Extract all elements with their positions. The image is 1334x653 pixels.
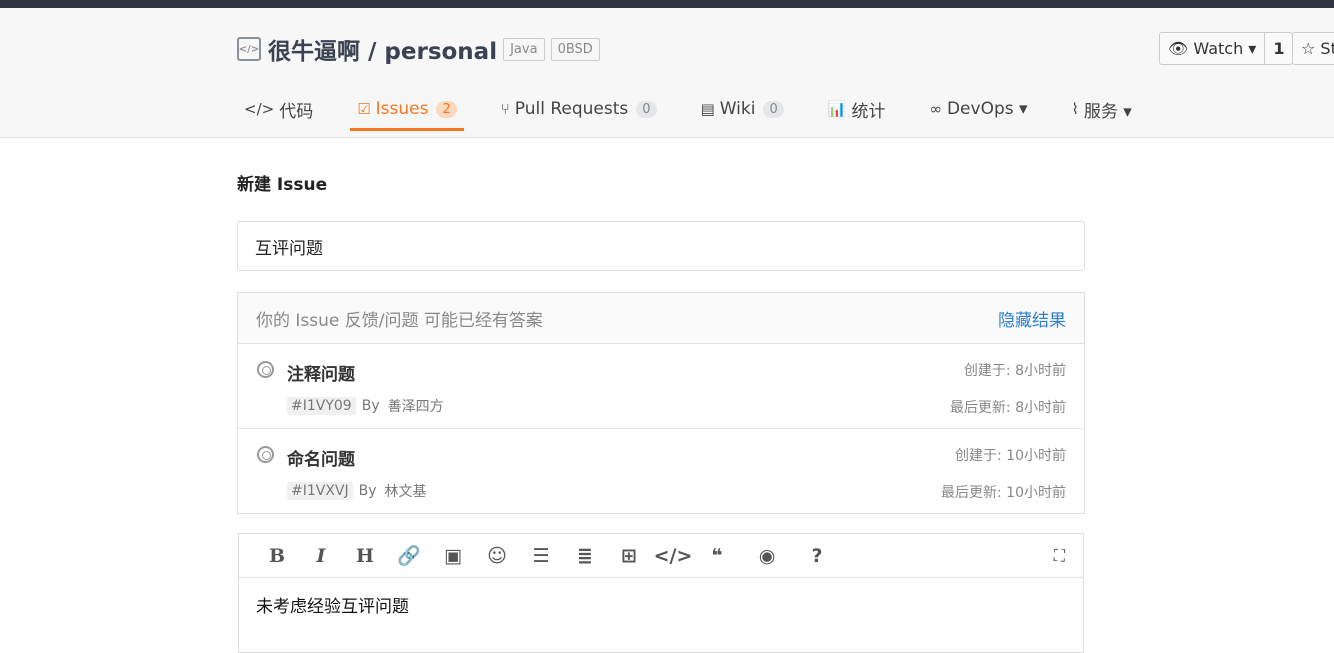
repo-tabs: </> 代码 ☑ Issues 2 ⑂ Pull Requests 0 ▤ Wiki 0 📊 统计 ∞ De… bbox=[237, 88, 1169, 131]
tab-4[interactable]: 📊 统计 bbox=[821, 88, 893, 130]
tab-icon: ⌇ bbox=[1071, 100, 1079, 118]
tab-icon: ⑂ bbox=[500, 100, 510, 118]
repo-heading: </> 很牛逼啊 / personal Java 0BSD bbox=[237, 32, 600, 66]
repo-title[interactable]: 很牛逼啊 / personal bbox=[268, 32, 497, 66]
tab-label: DevOps ▾ bbox=[946, 99, 1028, 119]
tab-badge: 2 bbox=[436, 100, 457, 118]
updated-time: 最后更新: 8小时前 bbox=[949, 400, 1066, 416]
tab-0[interactable]: </> 代码 bbox=[237, 88, 320, 130]
watch-count[interactable]: 1 bbox=[1264, 33, 1292, 64]
similar-issue-item: 命名问题 #I1VXVJ By 林文基 创建于: 10小时前最后更新: 10小时前 bbox=[238, 429, 1084, 514]
tab-3[interactable]: ▤ Wiki 0 bbox=[694, 88, 791, 130]
license-tag[interactable]: 0BSD bbox=[550, 37, 600, 61]
tab-6[interactable]: ⌇ 服务 ▾ bbox=[1065, 88, 1139, 130]
table-icon[interactable]: ⊞ bbox=[607, 545, 651, 567]
created-time: 创建于: 10小时前 bbox=[955, 448, 1066, 464]
code-icon[interactable]: </> bbox=[651, 545, 695, 567]
page-title: 新建 Issue bbox=[237, 175, 328, 195]
issue-id: #I1VXVJ bbox=[287, 482, 353, 500]
issue-title-link[interactable]: 命名问题 bbox=[287, 445, 355, 470]
code-repo-icon: </> bbox=[237, 37, 261, 61]
watch-button[interactable]: 👁 Watch ▾ 1 bbox=[1159, 32, 1294, 65]
issue-author[interactable]: 林文基 bbox=[385, 481, 427, 501]
top-navbar bbox=[0, 0, 1334, 8]
preview-icon[interactable]: ◉ bbox=[745, 545, 789, 567]
issue-title-input[interactable] bbox=[237, 221, 1085, 271]
tab-label: 服务 ▾ bbox=[1083, 101, 1132, 122]
by-label: By bbox=[361, 398, 380, 414]
bullet-list-icon[interactable]: ☰ bbox=[519, 545, 563, 567]
eye-icon: 👁 bbox=[1168, 39, 1189, 58]
issue-id: #I1VY09 bbox=[287, 397, 356, 415]
issue-body-textarea[interactable]: 未考虑经验互评问题 bbox=[239, 578, 1083, 631]
similar-issues-header: 你的 Issue 反馈/问题 可能已经有答案 bbox=[256, 310, 543, 331]
link-icon[interactable]: 🔗 bbox=[387, 544, 431, 567]
tab-icon: 📊 bbox=[827, 100, 847, 118]
tab-icon: ▤ bbox=[700, 100, 715, 118]
issue-author[interactable]: 善泽四方 bbox=[388, 396, 444, 416]
fullscreen-icon[interactable]: ⛶ bbox=[1054, 546, 1065, 566]
image-icon[interactable]: ▣ bbox=[431, 545, 475, 567]
heading-icon[interactable]: H bbox=[343, 545, 387, 567]
numbered-list-icon[interactable]: ≣ bbox=[563, 545, 607, 567]
tab-icon: ☑ bbox=[357, 100, 371, 118]
quote-icon[interactable]: ❝ bbox=[695, 545, 739, 567]
help-icon[interactable]: ? bbox=[795, 545, 839, 567]
issue-title-link[interactable]: 注释问题 bbox=[287, 360, 355, 385]
tab-badge: 0 bbox=[636, 100, 657, 118]
tab-icon: ∞ bbox=[929, 100, 942, 118]
emoji-icon[interactable]: ☺ bbox=[475, 545, 519, 567]
issue-open-icon bbox=[257, 446, 274, 463]
tab-label: Wiki bbox=[719, 99, 756, 119]
similar-issue-item: 注释问题 #I1VY09 By 善泽四方 创建于: 8小时前最后更新: 8小时前 bbox=[238, 344, 1084, 429]
issue-open-icon bbox=[257, 361, 274, 378]
star-button[interactable]: ☆ St bbox=[1292, 32, 1334, 65]
tab-badge: 0 bbox=[763, 100, 784, 118]
tab-label: Issues bbox=[375, 99, 429, 119]
editor-toolbar: B I H 🔗 ▣ ☺ ☰ ≣ ⊞ </> ❝ ◉? ⛶ bbox=[239, 534, 1083, 578]
tab-label: Pull Requests bbox=[514, 99, 629, 119]
language-tag[interactable]: Java bbox=[503, 37, 545, 61]
similar-issues-panel: 你的 Issue 反馈/问题 可能已经有答案 隐藏结果 注释问题 #I1VY09 By… bbox=[237, 292, 1085, 514]
tab-icon: </> bbox=[244, 100, 275, 118]
tab-2[interactable]: ⑂ Pull Requests 0 bbox=[494, 88, 664, 130]
markdown-editor: B I H 🔗 ▣ ☺ ☰ ≣ ⊞ </> ❝ ◉? ⛶ 未考虑经验互评问题 bbox=[238, 533, 1084, 653]
tab-1[interactable]: ☑ Issues 2 bbox=[350, 88, 464, 131]
tab-label: 代码 bbox=[279, 101, 314, 122]
created-time: 创建于: 8小时前 bbox=[963, 363, 1066, 379]
tab-5[interactable]: ∞ DevOps ▾ bbox=[922, 88, 1034, 130]
by-label: By bbox=[358, 483, 377, 499]
bold-icon[interactable]: B bbox=[255, 545, 299, 567]
tab-label: 统计 bbox=[851, 101, 886, 122]
updated-time: 最后更新: 10小时前 bbox=[941, 485, 1066, 501]
hide-results-link[interactable]: 隐藏结果 bbox=[998, 306, 1066, 331]
italic-icon[interactable]: I bbox=[299, 545, 343, 567]
